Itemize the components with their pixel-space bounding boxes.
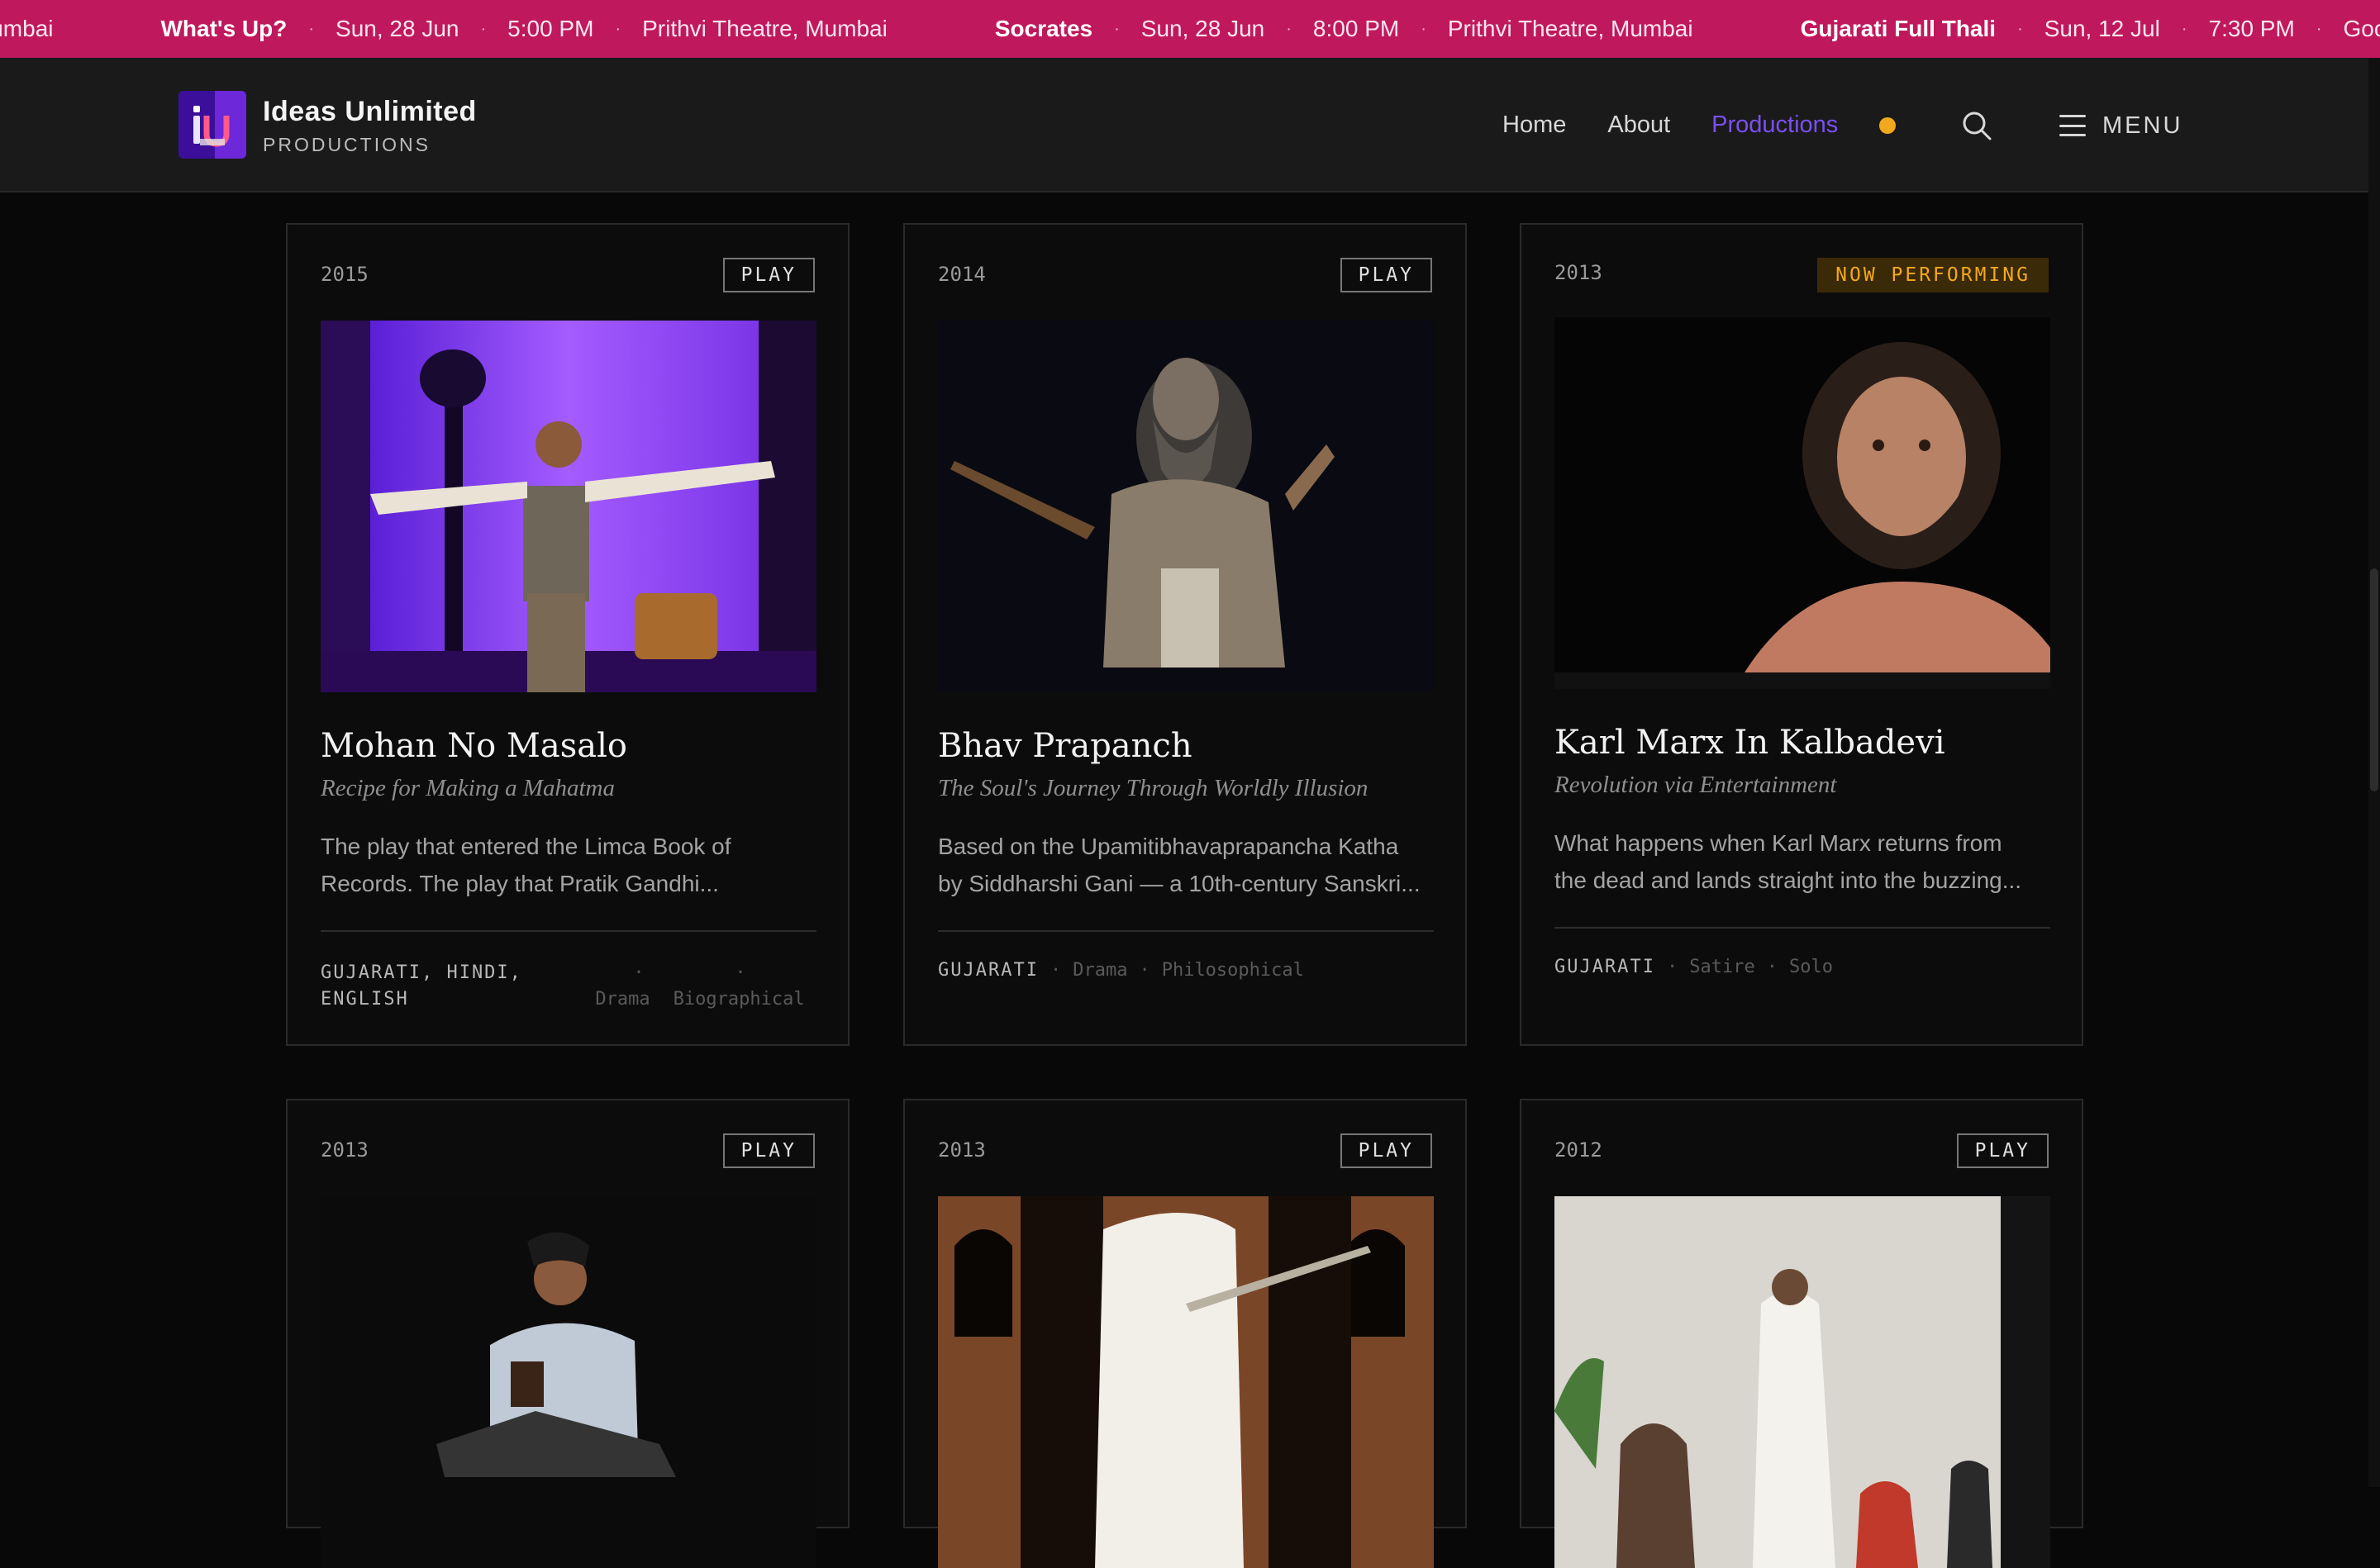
card-meta: GUJARATI · Drama · Philosophical [938,960,1304,981]
production-photo[interactable] [938,1196,1434,1568]
ticker-title: Gujarati Full Thali [1800,16,1997,41]
production-photo[interactable] [1554,1196,2050,1568]
event-ticker: lumbai What's Up? · Sun, 28 Jun · 5:00 P… [0,0,2380,58]
production-photo[interactable] [1554,317,2050,689]
ticker-separator: · [615,19,621,38]
card-badge: PLAY [1340,258,1432,292]
nav-productions[interactable]: Productions [1711,112,1838,139]
stage-photo-image [938,1196,1434,1568]
card-genre-tag: Satire [1689,957,1755,977]
nav-about[interactable]: About [1607,112,1670,139]
production-card[interactable]: 2013 PLAY [286,1099,850,1568]
ticker-date: Sun, 28 Jun [336,16,459,41]
card-title[interactable]: Bhav Prapanch [938,727,1192,765]
card-description: Based on the Upamitibhavaprapancha Katha… [938,834,1421,896]
card-genre-tag: Drama [1073,960,1128,981]
card-genre-tag: Philosophical [1161,960,1304,981]
stage-photo-image [321,321,816,692]
ticker-separator: · [480,19,487,38]
ticker-separator: · [2181,19,2187,38]
menu-button[interactable]: MENU [2059,107,2182,144]
card-badge: PLAY [1956,1133,2049,1168]
production-card[interactable]: 2015 PLAY Mohan No Masalo Recipe for Mak… [286,223,850,1046]
ticker-separator: · [1421,19,1426,38]
search-icon[interactable] [1960,109,1993,142]
card-year: 2014 [938,263,986,286]
ticker-date: Sun, 12 Jul [2044,16,2160,41]
card-subtitle: The Soul's Journey Through Worldly Illus… [938,775,1368,801]
card-badge: PLAY [722,1133,815,1168]
stage-photo-image [938,321,1434,692]
card-badge: PLAY [1340,1133,1432,1168]
card-language: GUJARATI, HINDI, [321,962,522,983]
ticker-venue: Goo [2343,16,2380,41]
site-header: Ideas Unlimited PRODUCTIONS Home About P… [0,58,2368,192]
ticker-separator: · [1114,19,1120,38]
ticker-time: 5:00 PM [507,16,594,41]
production-card[interactable]: 2013 PLAY [903,1099,1467,1568]
card-description: The play that entered the Limca Book of … [321,834,731,896]
ticker-venue: Prithvi Theatre, Mumbai [642,16,888,41]
scrollbar-thumb[interactable] [2370,568,2378,791]
card-genre-tag: Drama [595,989,650,1010]
ticker-separator: · [308,19,315,38]
now-performing-badge: NOW PERFORMING [1817,258,2049,292]
menu-label: MENU [2102,112,2183,139]
brand-subtitle: PRODUCTIONS [263,134,431,155]
production-card[interactable]: 2012 PLAY [1520,1099,2083,1568]
card-badge: PLAY [722,258,815,292]
card-divider [321,930,816,932]
card-subtitle: Recipe for Making a Mahatma [321,775,615,801]
ticker-date: Sun, 28 Jun [1140,16,1265,41]
ticker-item[interactable]: lumbai [0,16,53,42]
card-subtitle: Revolution via Entertainment [1554,772,1837,798]
ticker-track: lumbai What's Up? · Sun, 28 Jun · 5:00 P… [0,0,2380,58]
stage-photo-image [321,1196,816,1568]
card-year: 2013 [321,1138,369,1162]
nav-home[interactable]: Home [1502,112,1566,139]
ticker-item[interactable]: Socrates · Sun, 28 Jun · 8:00 PM · Prith… [995,16,1693,42]
card-description: What happens when Karl Marx returns from… [1554,830,2022,893]
ticker-time: 8:00 PM [1312,16,1400,41]
logo-mark-icon [178,91,246,159]
ticker-venue: lumbai [0,16,54,41]
stage-photo-image [1554,317,2050,689]
production-card[interactable]: 2013 NOW PERFORMING Karl Marx In Kalbade… [1520,223,2083,1046]
production-photo[interactable] [321,321,816,692]
ticker-separator: · [1286,19,1292,38]
card-year: 2015 [321,263,369,286]
main-nav: Home About Productions [1502,58,1897,192]
ticker-title: What's Up? [160,16,288,41]
production-card[interactable]: 2014 PLAY Bhav Prapanch The Soul's Journ… [903,223,1467,1046]
ticker-separator: · [2316,19,2322,38]
ticker-time: 7:30 PM [2208,16,2295,41]
production-photo[interactable] [938,321,1434,692]
card-divider [938,930,1434,932]
ticker-separator: · [2017,19,2023,38]
card-language: GUJARATI [938,960,1039,981]
hamburger-icon [2059,115,2086,136]
card-divider [1554,927,2050,929]
status-dot [1879,116,1897,134]
card-meta: GUJARATI · Satire · Solo [1554,957,1833,977]
card-title[interactable]: Karl Marx In Kalbadevi [1554,724,1944,762]
production-photo[interactable] [321,1196,816,1568]
card-year: 2012 [1554,1138,1602,1162]
card-year: 2013 [1554,261,1602,284]
card-genre-tag: Solo [1788,957,1833,977]
ticker-item[interactable]: Gujarati Full Thali · Sun, 12 Jul · 7:30… [1801,16,2380,42]
brand-logo[interactable] [178,91,246,159]
stage-photo-image [1554,1196,2050,1568]
card-year: 2013 [938,1138,986,1162]
card-genre-tag: Biographical [673,989,805,1010]
card-language: GUJARATI [1554,957,1655,977]
card-language: ENGLISH [321,989,409,1010]
ticker-venue: Prithvi Theatre, Mumbai [1447,16,1693,41]
brand-name[interactable]: Ideas Unlimited [263,96,477,128]
card-title[interactable]: Mohan No Masalo [321,727,627,765]
ticker-item[interactable]: What's Up? · Sun, 28 Jun · 5:00 PM · Pri… [160,16,887,42]
ticker-title: Socrates [994,16,1093,41]
